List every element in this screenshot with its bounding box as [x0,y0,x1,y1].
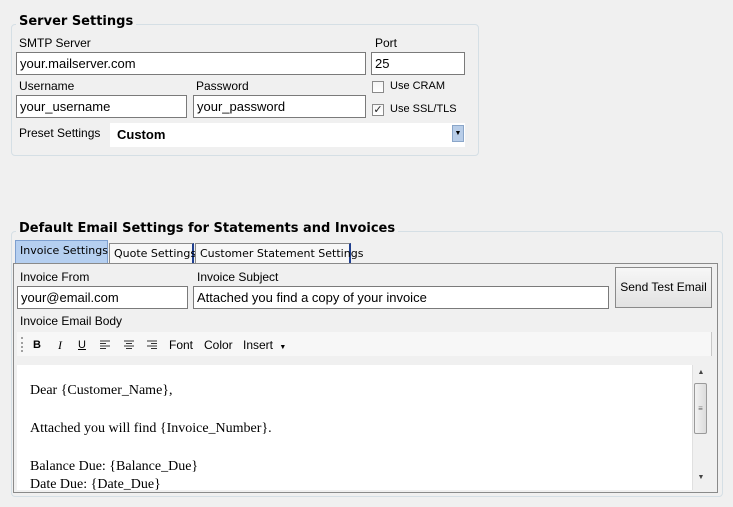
username-label: Username [19,79,75,93]
email-settings-title: Default Email Settings for Statements an… [16,221,399,236]
body-line: Attached you will find {Invoice_Number}. [30,421,272,436]
underline-button[interactable]: U [78,338,86,352]
invoice-subject-input[interactable]: Attached you find a copy of your invoice [193,286,609,309]
color-button[interactable]: Color [204,338,233,352]
insert-button[interactable]: Insert ▼ [243,338,286,355]
password-label: Password [196,79,249,93]
smtp-server-input[interactable]: your.mailserver.com [16,52,366,75]
port-input[interactable]: 25 [371,52,465,75]
email-body-editor[interactable]: Dear {Customer_Name}, Attached you will … [17,365,692,490]
password-input[interactable]: your_password [193,95,366,118]
server-settings-title: Server Settings [16,14,137,29]
use-ssl-checkbox[interactable]: ✓ [372,104,384,116]
editor-toolbar [17,332,712,356]
body-line: Date Due: {Date_Due} [30,477,161,490]
invoice-from-input[interactable]: your@email.com [17,286,188,309]
body-line: Balance Due: {Balance_Due} [30,459,199,474]
invoice-subject-label: Invoice Subject [197,270,279,284]
tab-customer-statement-settings[interactable]: Customer Statement Settings [195,243,363,263]
checkmark-icon: ✓ [373,104,383,116]
body-line: Dear {Customer_Name}, [30,383,173,398]
send-test-email-button[interactable]: Send Test Email [615,267,712,308]
italic-button[interactable]: I [58,338,62,352]
scroll-down-icon[interactable]: ▼ [693,474,709,481]
tab-quote-settings[interactable]: Quote Settings [109,243,196,263]
scrollbar-thumb[interactable]: ≡ [694,383,707,434]
align-left-icon[interactable] [100,340,110,350]
caret-down-icon: ▼ [279,344,287,351]
smtp-server-label: SMTP Server [19,36,91,50]
scroll-up-icon[interactable]: ▲ [693,369,709,376]
invoice-from-label: Invoice From [20,270,90,284]
username-input[interactable]: your_username [16,95,187,118]
use-cram-label[interactable]: Use CRAM [390,80,445,92]
invoice-email-body-label: Invoice Email Body [20,314,123,328]
preset-settings-label: Preset Settings [19,126,101,140]
use-ssl-label[interactable]: Use SSL/TLS [390,103,457,115]
align-right-icon[interactable] [147,340,157,350]
insert-button-label: Insert [243,338,274,352]
use-cram-checkbox[interactable] [372,81,384,93]
font-button[interactable]: Font [169,338,193,352]
toolbar-grip-icon [21,337,25,352]
port-label: Port [375,36,398,50]
tab-invoice-settings[interactable]: Invoice Settings [15,240,108,263]
bold-button[interactable]: B [33,338,41,352]
preset-settings-select[interactable]: Custom ▼ [110,123,465,147]
dropdown-arrow-icon[interactable]: ▼ [452,125,464,142]
align-center-icon[interactable] [124,340,134,350]
preset-settings-value: Custom [117,127,166,142]
